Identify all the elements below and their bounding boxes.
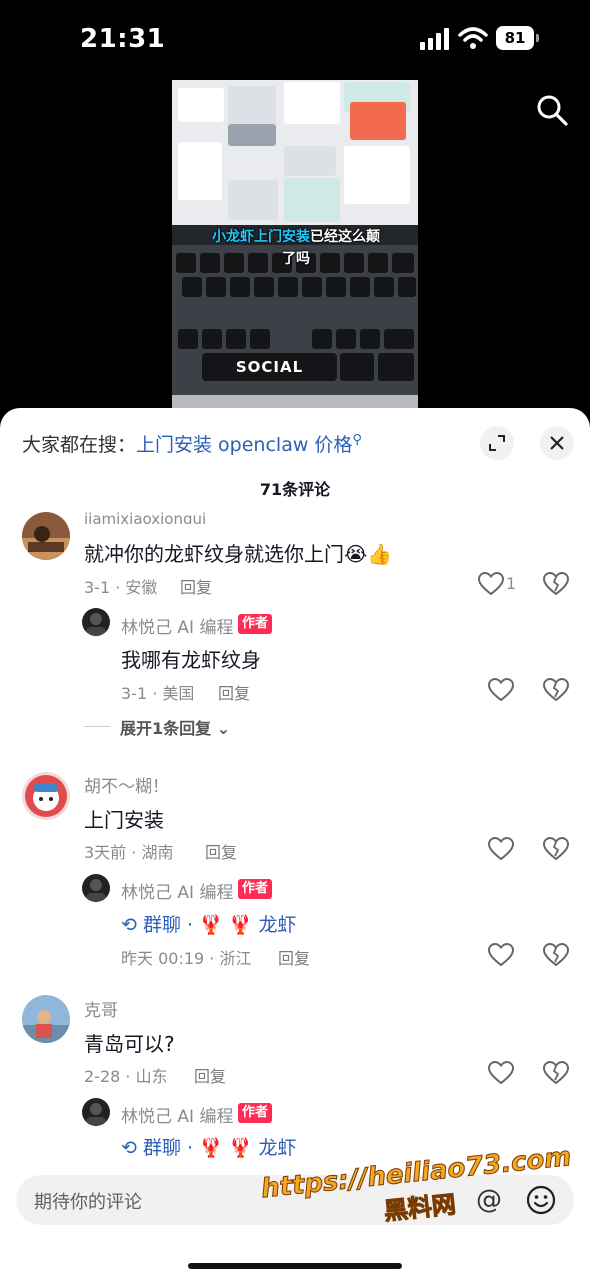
heart-icon[interactable] [488, 1061, 514, 1085]
author-avatar[interactable] [82, 1098, 110, 1126]
reply-username[interactable]: 林悦己 AI 编程 [121, 878, 233, 903]
video-laptop-screen [172, 80, 418, 225]
caption-rest: 已经这么颠 [310, 229, 380, 245]
comment-meta: 3-1 · 安徽 [84, 578, 158, 597]
author-badge: 作者 [238, 879, 273, 899]
fullscreen-button[interactable] [480, 426, 514, 460]
group-chat-link[interactable]: ⟲ 群聊 · 🦞 🦞 龙虾 [121, 910, 296, 937]
expand-icon [489, 435, 505, 451]
comment-username[interactable]: 胡不～糊！ [84, 772, 169, 797]
broken-heart-icon[interactable] [543, 1061, 569, 1085]
broken-heart-icon[interactable] [543, 837, 569, 861]
heart-icon[interactable] [478, 572, 504, 596]
video-caption: 小龙虾上门安装已经这么颠 了吗 [198, 226, 394, 270]
clock: 21:31 [80, 24, 166, 54]
social-key: SOCIAL [202, 353, 337, 381]
broken-heart-icon[interactable] [543, 678, 569, 702]
heart-icon[interactable] [488, 943, 514, 967]
caption-line2: 了吗 [282, 251, 310, 267]
small-search-icon: ⚲ [352, 432, 362, 448]
broken-heart-icon[interactable] [543, 572, 569, 596]
reply-username[interactable]: 林悦己 AI 编程 [121, 613, 233, 638]
search-icon[interactable] [536, 94, 568, 126]
comment-meta: 3天前 · 湖南 [84, 843, 174, 862]
comment-username[interactable]: 克哥 [84, 996, 118, 1021]
heart-icon[interactable] [488, 678, 514, 702]
comment-count: 71条评论 [259, 480, 331, 499]
expand-replies-label: 展开1条回复 [120, 719, 212, 738]
reply-username[interactable]: 林悦己 AI 编程 [121, 1102, 233, 1127]
divider [84, 726, 110, 727]
reply-button[interactable]: 回复 [205, 839, 237, 863]
author-avatar[interactable] [82, 608, 110, 636]
trending-search-link[interactable]: 上门安装 openclaw 价格 [136, 434, 352, 456]
avatar[interactable] [22, 995, 70, 1043]
reply-button[interactable]: 回复 [218, 680, 250, 704]
like-count: 1 [506, 574, 517, 593]
author-badge: 作者 [238, 1103, 273, 1123]
home-indicator[interactable] [188, 1263, 402, 1269]
avatar[interactable] [22, 512, 70, 560]
chevron-down-icon: ⌄ [216, 719, 231, 738]
video-player[interactable]: SOCIAL 小龙虾上门安装已经这么颠 了吗 [172, 80, 418, 410]
avatar[interactable] [22, 772, 70, 820]
author-badge: 作者 [238, 614, 273, 634]
comment-username[interactable]: jiamixiaoxiongui [84, 510, 206, 524]
comment-text[interactable]: 上门安装 [84, 804, 164, 833]
reply-button[interactable]: 回复 [180, 574, 212, 598]
battery-icon: 81 [496, 26, 540, 50]
battery-level: 81 [496, 26, 534, 50]
cellular-signal-icon [420, 28, 449, 50]
reply-meta: 昨天 00:19 · 浙江 [121, 949, 252, 968]
comment-sheet: 大家都在搜：上门安装 openclaw 价格⚲ 71条评论 jiamixiaox… [0, 408, 590, 1280]
wifi-icon [458, 27, 488, 49]
comment-input-placeholder: 期待你的评论 [34, 1192, 142, 1213]
group-chat-icon: ⟲ [121, 1137, 137, 1159]
group-chat-label: 群聊 · 🦞 🦞 龙虾 [142, 1137, 297, 1159]
trending-search-prefix: 大家都在搜： [22, 434, 137, 456]
reply-button[interactable]: 回复 [278, 945, 310, 969]
group-chat-link[interactable]: ⟲ 群聊 · 🦞 🦞 龙虾 [121, 1133, 296, 1160]
comment-meta: 2-28 · 山东 [84, 1067, 168, 1086]
comment-text[interactable]: 青岛可以? [84, 1028, 175, 1057]
reply-meta: 3-1 · 美国 [121, 684, 195, 703]
caption-highlight: 小龙虾上门安装 [212, 229, 310, 245]
comment-text[interactable]: 就冲你的龙虾纹身就选你上门😭👍 [84, 538, 392, 567]
broken-heart-icon[interactable] [543, 943, 569, 967]
reply-button[interactable]: 回复 [194, 1063, 226, 1087]
reply-text[interactable]: 我哪有龙虾纹身 [121, 644, 261, 673]
status-bar: 21:31 81 [0, 0, 590, 80]
close-button[interactable] [540, 426, 574, 460]
author-avatar[interactable] [82, 874, 110, 902]
trending-search-bar: 大家都在搜：上门安装 openclaw 价格⚲ [22, 430, 362, 457]
heart-icon[interactable] [488, 837, 514, 861]
expand-replies-button[interactable]: 展开1条回复 ⌄ [120, 715, 230, 739]
close-icon [550, 436, 564, 450]
group-chat-icon: ⟲ [121, 914, 137, 936]
group-chat-label: 群聊 · 🦞 🦞 龙虾 [142, 914, 297, 936]
